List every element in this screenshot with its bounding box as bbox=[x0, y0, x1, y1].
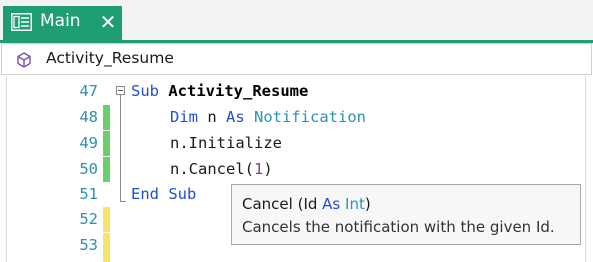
line-number: 47 bbox=[79, 82, 98, 100]
code-line[interactable]: 49 n.Initialize bbox=[0, 131, 593, 156]
call-close: ) bbox=[263, 160, 273, 178]
code-module-icon bbox=[11, 13, 32, 31]
tab-main-label: Main bbox=[40, 11, 81, 31]
tooltip-method-name: Cancel bbox=[242, 195, 293, 213]
keyword: Sub bbox=[131, 82, 159, 100]
tooltip-open: (Id bbox=[292, 195, 323, 213]
tab-bar: Main ✕ bbox=[0, 0, 593, 40]
member-selector-label: Activity_Resume bbox=[46, 49, 174, 67]
call: n.Cancel( bbox=[170, 160, 254, 178]
number-literal: 1 bbox=[254, 160, 264, 178]
tooltip-close: ) bbox=[364, 195, 371, 213]
code-text: n.Cancel(1) bbox=[170, 157, 273, 182]
tooltip-type: Int bbox=[345, 195, 365, 213]
line-number: 50 bbox=[79, 160, 98, 178]
change-marker-saved bbox=[103, 131, 110, 156]
close-icon[interactable]: ✕ bbox=[99, 10, 117, 34]
keyword: As bbox=[226, 108, 245, 126]
code-text: Dim n As Notification bbox=[170, 105, 366, 130]
keyword: Dim bbox=[170, 108, 198, 126]
member-selector[interactable]: Activity_Resume bbox=[1, 43, 592, 75]
line-number: 52 bbox=[79, 210, 98, 228]
sub-name: Activity_Resume bbox=[168, 82, 309, 100]
line-number: 49 bbox=[79, 134, 98, 152]
code-line[interactable]: 47 Sub Activity_Resume bbox=[0, 79, 593, 104]
code-line[interactable]: 50 n.Cancel(1) bbox=[0, 157, 593, 182]
code-text: n.Initialize bbox=[170, 134, 282, 152]
method-cube-icon bbox=[16, 52, 32, 68]
change-marker-saved bbox=[103, 105, 110, 130]
editor-right-border bbox=[585, 76, 586, 262]
code-line[interactable]: 48 Dim n As Notification bbox=[0, 105, 593, 130]
signature-tooltip: Cancel (Id As Int) Cancels the notificat… bbox=[231, 184, 581, 245]
line-number: 48 bbox=[79, 108, 98, 126]
change-marker-unsaved bbox=[103, 233, 110, 262]
tab-main[interactable]: Main ✕ bbox=[3, 6, 122, 40]
change-marker-saved bbox=[103, 157, 110, 182]
change-marker-unsaved bbox=[103, 207, 110, 232]
line-number: 51 bbox=[79, 185, 98, 203]
tooltip-keyword: As bbox=[322, 195, 341, 213]
tooltip-description: Cancels the notification with the given … bbox=[242, 218, 555, 236]
tooltip-signature: Cancel (Id As Int) bbox=[242, 195, 371, 213]
code-text: Sub Activity_Resume bbox=[131, 79, 308, 104]
type-name: Notification bbox=[254, 108, 366, 126]
keyword: End Sub bbox=[131, 185, 197, 203]
line-number: 53 bbox=[79, 236, 98, 254]
variable: n bbox=[198, 108, 226, 126]
